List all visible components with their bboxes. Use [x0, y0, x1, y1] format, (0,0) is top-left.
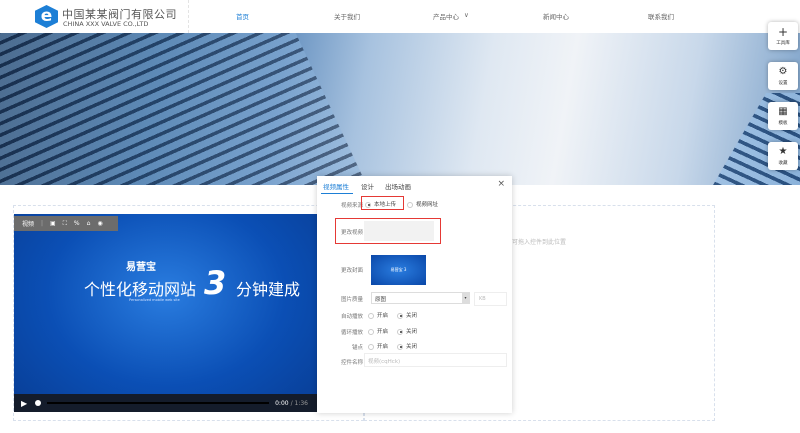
- gears-icon: ⚙: [778, 66, 788, 77]
- play-icon[interactable]: ▶: [21, 399, 27, 408]
- nav-contact[interactable]: 联系我们: [648, 11, 674, 21]
- autoplay-on[interactable]: 开启: [368, 311, 388, 319]
- logo-english: CHINA XXX VALVE CO.,LTD: [63, 20, 149, 28]
- change-video-area[interactable]: [364, 221, 434, 241]
- radio-video-url[interactable]: 视频网址: [407, 200, 438, 208]
- nav-products[interactable]: 产品中心: [433, 11, 459, 21]
- crop-icon[interactable]: ⛶: [63, 220, 67, 228]
- video-three: 3: [204, 264, 227, 302]
- tab-indicator: [321, 193, 353, 194]
- chevron-down-icon[interactable]: ∨: [464, 11, 469, 19]
- kb-input[interactable]: KB: [474, 292, 507, 306]
- video-controls: ▶ 0:00 / 1:36: [14, 394, 318, 412]
- autoplay-label: 自动播放: [340, 314, 363, 320]
- controls-on[interactable]: 开启: [368, 342, 388, 350]
- side-toolbox-button[interactable]: + 工具库: [768, 22, 798, 50]
- eye-icon[interactable]: ◉: [97, 220, 102, 227]
- widget-name-input[interactable]: 视频(cqHck): [364, 353, 507, 367]
- quality-select[interactable]: 原图 ▾: [371, 292, 470, 304]
- logo-icon: e: [35, 5, 58, 28]
- time-current: 0:00: [275, 399, 289, 407]
- loop-label: 循环播放: [340, 330, 363, 336]
- video-player[interactable]: 视频 | ▣ ⛶ % ⌂ ◉ 易营宝 个性化移动网站 3 分钟建成 Person…: [14, 214, 318, 412]
- close-icon[interactable]: ×: [497, 179, 505, 189]
- tab-video-properties[interactable]: 视频属性: [323, 181, 349, 191]
- video-toolbar: 视频 | ▣ ⛶ % ⌂ ◉: [14, 216, 118, 231]
- dropdown-arrow-icon[interactable]: ▾: [462, 293, 469, 303]
- source-label: 视频来源: [340, 203, 363, 209]
- side-template-button[interactable]: ▦ 模板: [768, 102, 798, 130]
- video-properties-panel: 视频属性 设计 出场动画 × 视频来源 本地上传 视频网址 更改视频 更改封面 …: [317, 176, 512, 413]
- nav-home[interactable]: 首页: [236, 11, 249, 21]
- video-title-right: 分钟建成: [236, 280, 301, 299]
- change-video-label: 更改视频: [340, 230, 363, 236]
- radio-local-upload[interactable]: 本地上传: [365, 200, 396, 208]
- side-favorites-button[interactable]: ★ 收藏: [768, 142, 798, 170]
- template-icon: ▦: [778, 106, 788, 117]
- seek-handle[interactable]: [35, 400, 42, 406]
- time-total: / 1:36: [290, 399, 308, 407]
- loop-off[interactable]: 关闭: [397, 327, 417, 335]
- nav-about[interactable]: 关于我们: [334, 11, 360, 21]
- change-cover-label: 更改封面: [340, 268, 363, 274]
- star-icon: ★: [778, 146, 788, 157]
- video-subtitle: Personalized mobile web site: [129, 298, 180, 302]
- divider: [188, 0, 189, 33]
- quality-label: 图片质量: [340, 297, 363, 303]
- building-graphic: [0, 33, 394, 185]
- tab-design[interactable]: 设计: [361, 181, 374, 191]
- controls-label: 锚点: [351, 345, 363, 351]
- link-icon[interactable]: %: [74, 220, 80, 227]
- site-header: e 中国某某阀门有限公司 CHINA XXX VALVE CO.,LTD 首页 …: [0, 0, 800, 33]
- banner-image: [0, 33, 800, 185]
- autoplay-off[interactable]: 关闭: [397, 311, 417, 319]
- radio-icon: [365, 201, 371, 208]
- nav-news[interactable]: 新闻中心: [543, 11, 569, 21]
- radio-icon: [407, 201, 413, 208]
- video-brand: 易营宝: [126, 262, 156, 273]
- toolbar-label: 视频: [22, 221, 35, 228]
- controls-off[interactable]: 关闭: [397, 342, 417, 350]
- plus-icon: +: [777, 25, 789, 39]
- seek-bar[interactable]: [47, 402, 270, 404]
- edit-icon[interactable]: ▣: [50, 220, 56, 227]
- name-label: 控件名称: [340, 360, 363, 366]
- loop-on[interactable]: 开启: [368, 327, 388, 335]
- tab-animation[interactable]: 出场动画: [385, 181, 411, 191]
- video-title-left: 个性化移动网站: [84, 280, 197, 299]
- dropzone-hint: 可拖入控件到此位置: [512, 239, 567, 246]
- cover-thumbnail[interactable]: 易营宝 3: [371, 255, 426, 285]
- side-settings-button[interactable]: ⚙ 设置: [768, 62, 798, 90]
- home-icon[interactable]: ⌂: [87, 220, 91, 227]
